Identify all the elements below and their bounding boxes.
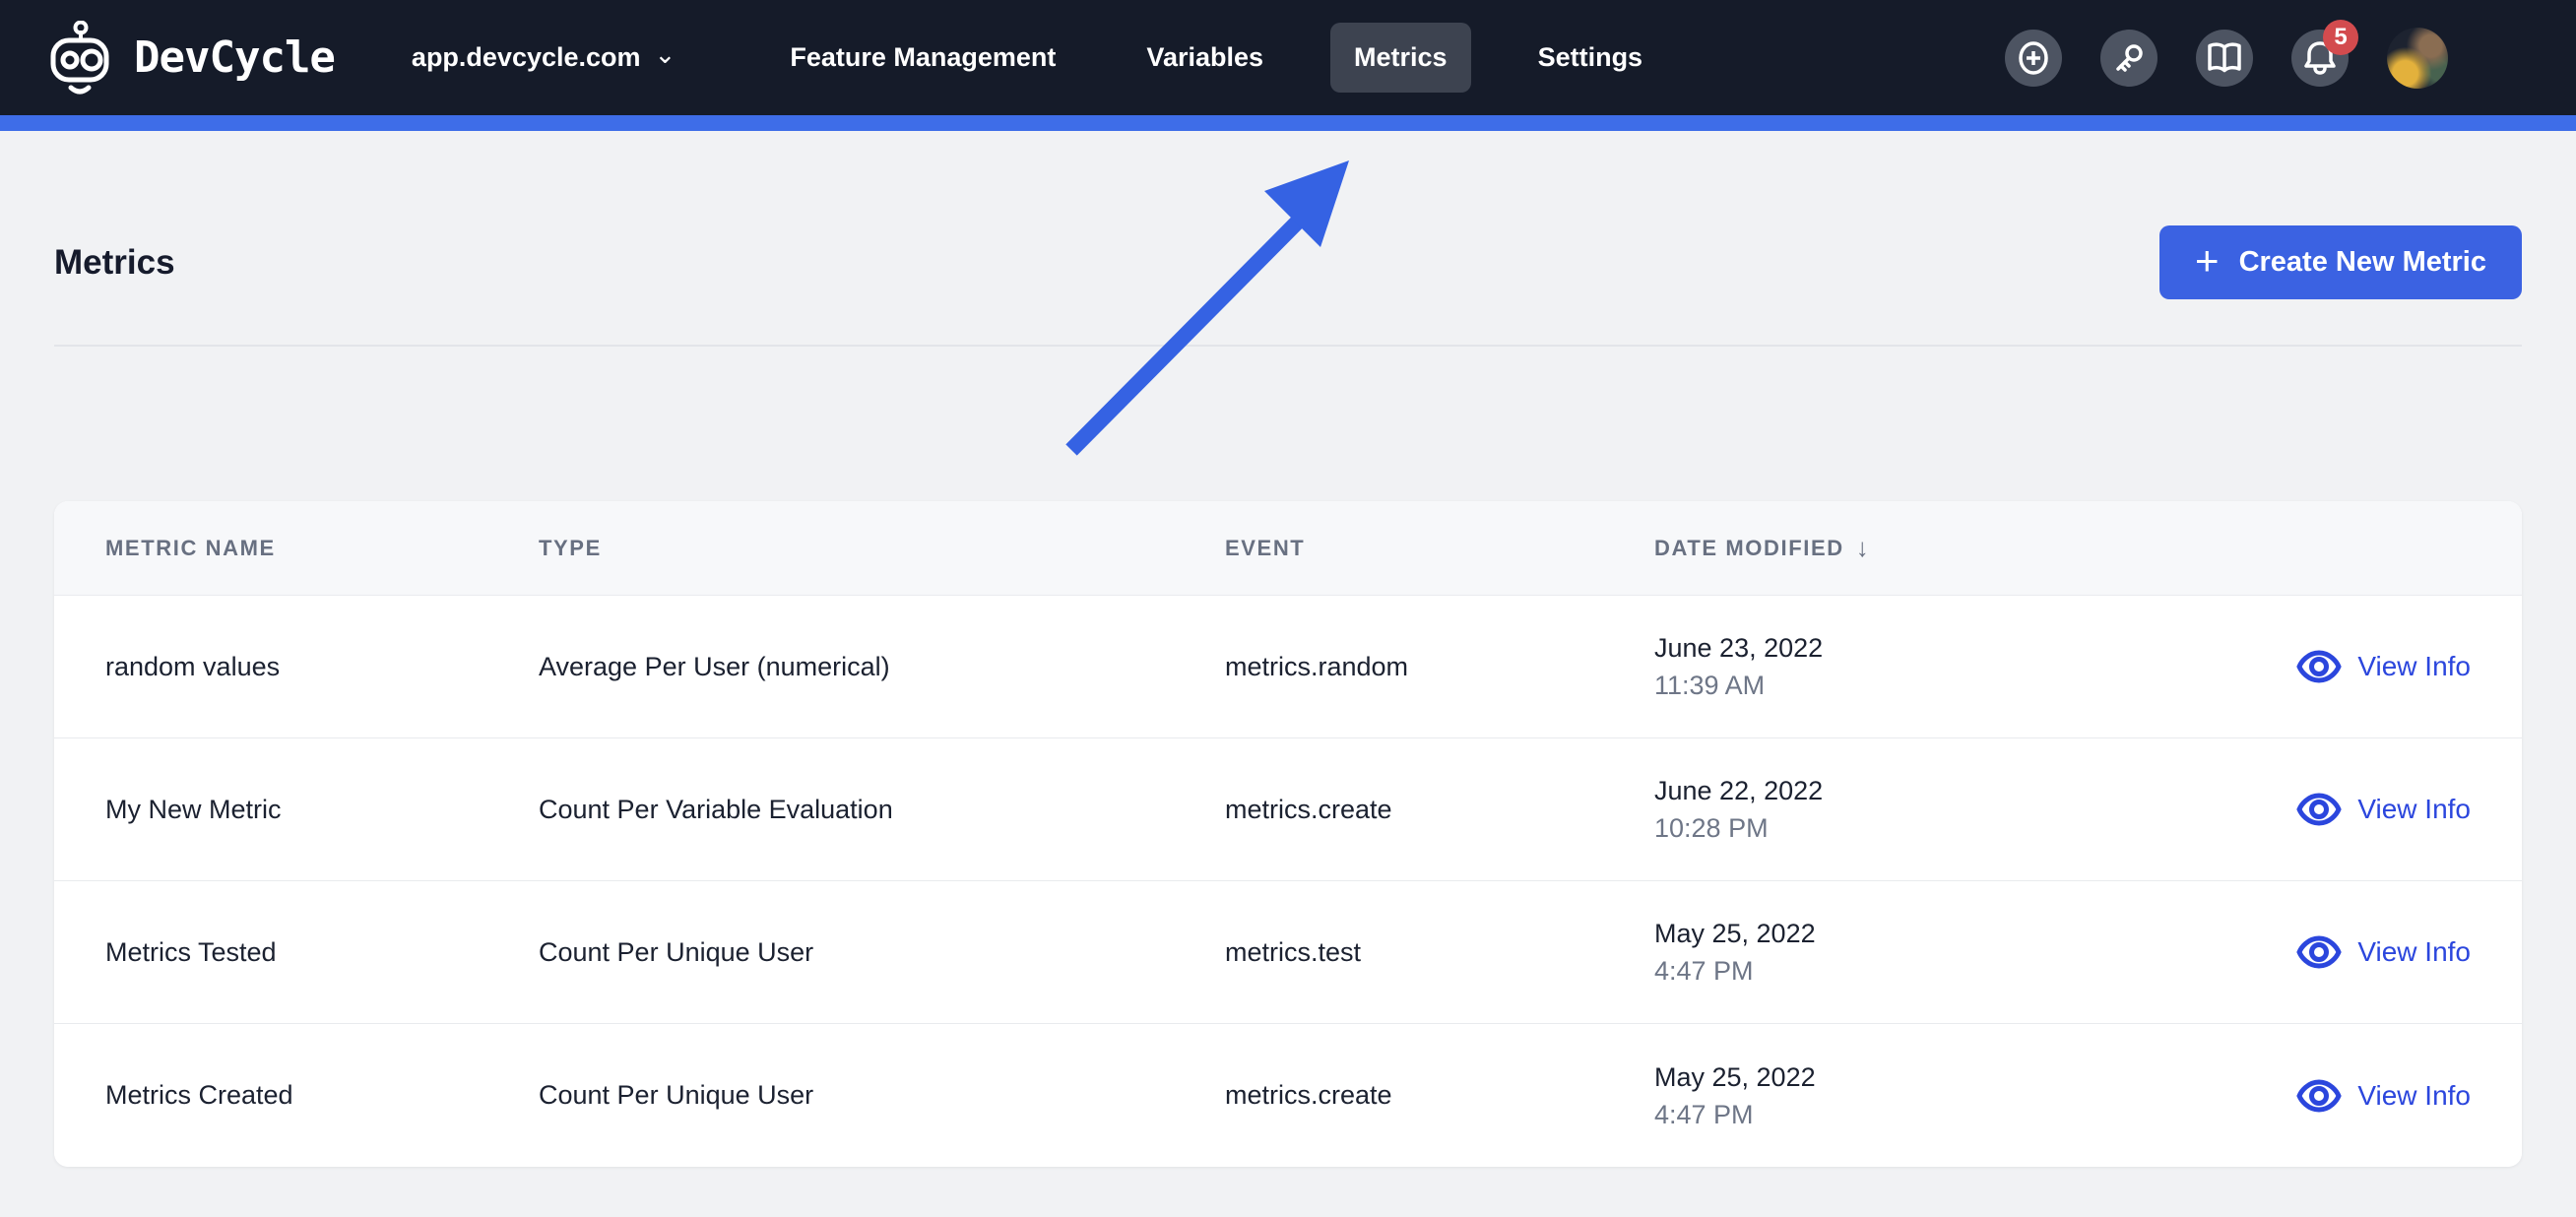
page-header: Metrics + Create New Metric [54, 225, 2522, 299]
event-cell: metrics.test [1225, 936, 1362, 967]
page-title: Metrics [54, 242, 175, 282]
date-modified-cell: May 25, 2022 4:47 PM [1654, 1061, 1816, 1129]
nav-item-settings[interactable]: Settings [1514, 23, 1667, 93]
metric-name-cell: Metrics Created [105, 1080, 293, 1110]
create-quick-button[interactable] [2005, 29, 2062, 87]
nav-item-feature-management[interactable]: Feature Management [766, 23, 1079, 93]
nav-item-variables[interactable]: Variables [1123, 23, 1287, 93]
nav-menu: Feature Management Variables Metrics Set… [766, 23, 1666, 93]
column-header-metric-name[interactable]: Metric Name [105, 536, 539, 561]
view-info-label: View Info [2357, 794, 2471, 824]
metric-name-cell: Metrics Tested [105, 936, 277, 967]
type-cell: Average Per User (numerical) [539, 651, 890, 681]
key-icon [2116, 43, 2143, 72]
plus-circle-icon [2019, 40, 2048, 75]
column-header-type[interactable]: Type [539, 536, 1225, 561]
user-avatar[interactable] [2387, 27, 2448, 89]
book-icon [2208, 41, 2241, 72]
view-info-label: View Info [2357, 651, 2471, 681]
event-cell: metrics.create [1225, 1080, 1392, 1110]
header-divider [54, 345, 2522, 347]
type-cell: Count Per Unique User [539, 936, 814, 967]
main-content: Metrics + Create New Metric Metric Name … [0, 131, 2576, 1167]
chevron-down-icon: ⌄ [654, 39, 676, 69]
event-cell: metrics.create [1225, 794, 1392, 824]
metric-name-cell: random values [105, 651, 281, 681]
eye-icon [2296, 650, 2343, 683]
type-cell: Count Per Unique User [539, 1080, 814, 1110]
column-header-date-modified[interactable]: Date Modified ↓ [1654, 533, 2127, 563]
org-selector-label: app.devcycle.com [411, 42, 641, 72]
table-row: random values Average Per User (numerica… [54, 596, 2522, 738]
table-row: Metrics Created Count Per Unique User me… [54, 1024, 2522, 1167]
notification-badge: 5 [2323, 19, 2358, 55]
eye-icon [2296, 793, 2343, 826]
notifications-button[interactable]: 5 [2291, 19, 2358, 87]
view-info-link[interactable]: View Info [2127, 935, 2471, 969]
view-info-link[interactable]: View Info [2127, 650, 2471, 683]
docs-button[interactable] [2196, 29, 2253, 87]
table-header-row: Metric Name Type Event Date Modified ↓ [54, 501, 2522, 596]
brand[interactable]: DevCycle [45, 20, 336, 96]
nav-item-metrics[interactable]: Metrics [1330, 23, 1471, 93]
type-cell: Count Per Variable Evaluation [539, 794, 893, 824]
app-root: DevCycle app.devcycle.com ⌄ Feature Mana… [0, 0, 2576, 1217]
create-new-metric-button[interactable]: + Create New Metric [2159, 225, 2522, 299]
metric-name-cell: My New Metric [105, 794, 282, 824]
view-info-link[interactable]: View Info [2127, 793, 2471, 826]
column-header-event[interactable]: Event [1225, 536, 1654, 561]
sort-desc-icon: ↓ [1855, 533, 1869, 562]
date-modified-cell: May 25, 2022 4:47 PM [1654, 919, 1816, 986]
table-row: Metrics Tested Count Per Unique User met… [54, 881, 2522, 1024]
org-selector-dropdown[interactable]: app.devcycle.com ⌄ [411, 39, 676, 73]
api-keys-button[interactable] [2100, 29, 2157, 87]
table-row: My New Metric Count Per Variable Evaluat… [54, 738, 2522, 881]
metrics-table: Metric Name Type Event Date Modified ↓ r… [54, 501, 2522, 1167]
accent-bar [0, 115, 2576, 131]
eye-icon [2296, 1078, 2343, 1113]
view-info-label: View Info [2357, 1079, 2471, 1111]
view-info-link[interactable]: View Info [2127, 1078, 2471, 1113]
date-modified-cell: June 22, 2022 10:28 PM [1654, 776, 1824, 843]
devcycle-logo-icon [50, 20, 109, 94]
view-info-label: View Info [2357, 936, 2471, 967]
navbar-actions: 5 [2005, 19, 2448, 89]
brand-name: DevCycle [134, 32, 336, 83]
create-new-metric-label: Create New Metric [2238, 246, 2486, 278]
event-cell: metrics.random [1225, 651, 1409, 681]
eye-icon [2296, 935, 2343, 969]
date-modified-cell: June 23, 2022 11:39 AM [1654, 633, 1824, 700]
top-navbar: DevCycle app.devcycle.com ⌄ Feature Mana… [0, 0, 2576, 115]
